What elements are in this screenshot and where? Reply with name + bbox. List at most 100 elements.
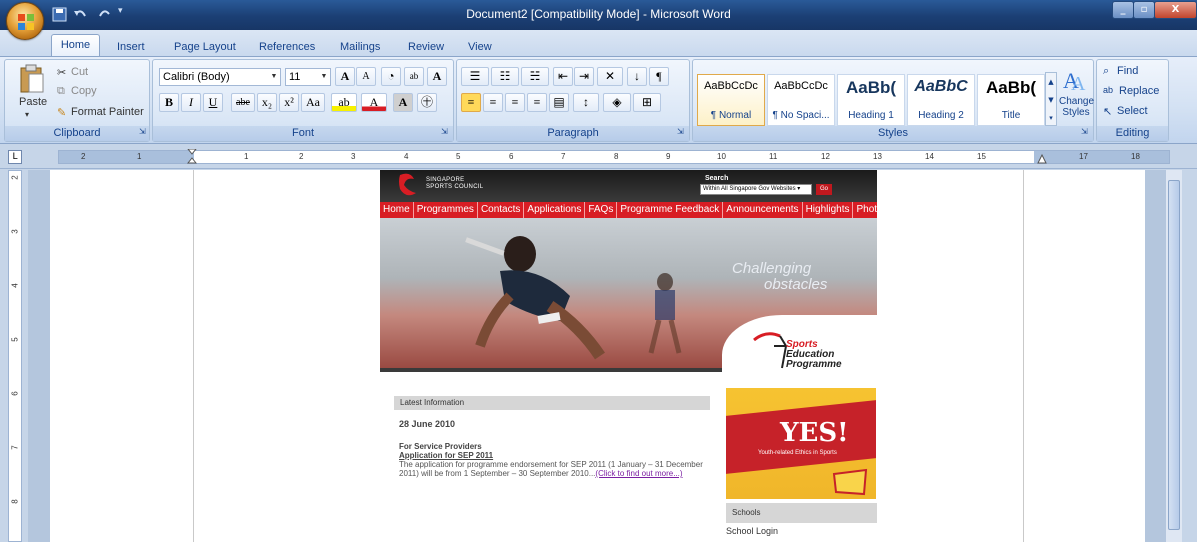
sort-icon[interactable]: ↓ bbox=[627, 67, 647, 86]
paragraph-launcher-icon[interactable]: ⇲ bbox=[677, 127, 684, 136]
document-area[interactable]: SINGAPORE SPORTS COUNCIL Search Within Al… bbox=[28, 170, 1165, 542]
font-size-combo[interactable]: 11 ▼ bbox=[285, 68, 331, 86]
highlight-color-icon[interactable]: ab bbox=[331, 93, 357, 112]
select-button[interactable]: Select bbox=[1117, 105, 1148, 117]
borders-icon[interactable]: ⊞ bbox=[633, 93, 661, 112]
enclose-characters-icon[interactable]: ㊉ bbox=[417, 93, 437, 112]
style-heading-1[interactable]: AaBb( Heading 1 bbox=[837, 74, 905, 126]
style-normal-sample: AaBbCcDc bbox=[704, 80, 758, 92]
change-styles-button[interactable]: Change Styles bbox=[1059, 96, 1094, 118]
nav-programmes[interactable]: Programmes bbox=[414, 202, 478, 218]
vruler-tick: 4 bbox=[10, 283, 20, 288]
search-scope-select[interactable]: Within All Singapore Gov Websites ▾ bbox=[700, 184, 812, 195]
clear-format-icon[interactable]: ◔ bbox=[381, 67, 401, 86]
style-no-spacing[interactable]: AaBbCcDc ¶ No Spaci... bbox=[767, 74, 835, 126]
nav-faqs[interactable]: FAQs bbox=[585, 202, 618, 218]
phonetic-guide-icon[interactable]: ab bbox=[404, 67, 424, 86]
styles-launcher-icon[interactable]: ⇲ bbox=[1081, 127, 1088, 136]
paste-button[interactable]: Paste bbox=[19, 96, 47, 108]
tab-selector[interactable]: L bbox=[8, 150, 22, 164]
asian-layout-icon[interactable]: ✕ bbox=[597, 67, 623, 86]
numbering-icon[interactable]: ☷ bbox=[491, 67, 519, 86]
font-name-combo[interactable]: Calibri (Body) ▼ bbox=[159, 68, 281, 86]
paste-icon[interactable] bbox=[19, 64, 45, 94]
office-button[interactable] bbox=[6, 2, 44, 40]
copy-icon: ⧉ bbox=[57, 85, 65, 97]
vertical-scrollbar[interactable] bbox=[1165, 170, 1182, 542]
align-left-icon[interactable]: ≡ bbox=[461, 93, 481, 112]
align-center-icon[interactable]: ≡ bbox=[483, 93, 503, 112]
close-button[interactable]: X bbox=[1154, 1, 1197, 19]
news-more-link[interactable]: (Click to find out more...) bbox=[595, 469, 682, 478]
line-spacing-icon[interactable]: ↕ bbox=[573, 93, 599, 112]
search-go-button[interactable]: Go bbox=[816, 184, 832, 195]
style-title[interactable]: AaBb( Title bbox=[977, 74, 1045, 126]
decrease-indent-icon[interactable]: ⇤ bbox=[553, 67, 573, 86]
indent-marker-icon[interactable] bbox=[187, 149, 197, 165]
org-line1: SINGAPORE bbox=[426, 177, 465, 183]
ruler-tick: 3 bbox=[351, 152, 356, 161]
right-indent-marker-icon[interactable] bbox=[1037, 153, 1047, 165]
styles-scroll[interactable]: ▲ ▼ ▾ bbox=[1045, 72, 1057, 126]
news-application-link[interactable]: Application for SEP 2011 bbox=[399, 451, 714, 460]
nav-home[interactable]: Home bbox=[380, 202, 414, 218]
nav-programme-feedback[interactable]: Programme Feedback bbox=[617, 202, 724, 218]
paste-dropdown-icon[interactable]: ▾ bbox=[25, 110, 29, 119]
bullets-icon[interactable]: ☰ bbox=[461, 67, 489, 86]
site-nav: Home Programmes Contacts Applications FAQs Pr… bbox=[380, 202, 877, 218]
scrollbar-thumb[interactable] bbox=[1168, 180, 1180, 530]
shading-icon[interactable]: ◈ bbox=[603, 93, 631, 112]
nav-announcements[interactable]: Announcements bbox=[723, 202, 803, 218]
font-group: Calibri (Body) ▼ 11 ▼ A A ◔ ab A B I U abe… bbox=[152, 59, 454, 142]
format-painter-button[interactable]: Format Painter bbox=[71, 106, 144, 118]
increase-indent-icon[interactable]: ⇥ bbox=[574, 67, 594, 86]
nav-photos[interactable]: Photos bbox=[853, 202, 877, 218]
vruler-tick: 8 bbox=[10, 499, 20, 504]
justify-icon[interactable]: ≡ bbox=[527, 93, 547, 112]
maximize-button[interactable]: ▫ bbox=[1133, 1, 1155, 19]
org-line2: SPORTS COUNCIL bbox=[426, 184, 484, 190]
grow-font-button[interactable]: A bbox=[335, 67, 355, 86]
style-heading-1-sample: AaBb( bbox=[845, 78, 897, 97]
font-size-value: 11 bbox=[289, 71, 301, 83]
copy-button[interactable]: Copy bbox=[71, 85, 97, 97]
style-heading-2[interactable]: AaBbC Heading 2 bbox=[907, 74, 975, 126]
ruler-tick: 8 bbox=[614, 152, 619, 161]
yes-banner[interactable]: YES! Youth-related Ethics in Sports bbox=[726, 388, 876, 499]
replace-button[interactable]: Replace bbox=[1119, 85, 1159, 97]
change-case-button[interactable]: Aa bbox=[301, 93, 325, 112]
nav-contacts[interactable]: Contacts bbox=[478, 202, 525, 218]
nav-highlights[interactable]: Highlights bbox=[803, 202, 854, 218]
distributed-icon[interactable]: ▤ bbox=[549, 93, 569, 112]
strikethrough-button[interactable]: abe bbox=[231, 93, 255, 112]
ruler-tick: 2 bbox=[81, 152, 86, 161]
window-title: Document2 [Compatibility Mode] - Microso… bbox=[466, 7, 731, 21]
find-button[interactable]: Find bbox=[1117, 65, 1138, 77]
align-right-icon[interactable]: ≡ bbox=[505, 93, 525, 112]
superscript-button[interactable]: x² bbox=[279, 93, 299, 112]
clipboard-launcher-icon[interactable]: ⇲ bbox=[139, 127, 146, 136]
tab-home[interactable]: Home bbox=[51, 34, 100, 56]
character-shading-icon[interactable]: A bbox=[393, 93, 413, 112]
font-color-icon[interactable]: A bbox=[361, 93, 387, 112]
shrink-font-button[interactable]: A bbox=[356, 67, 376, 86]
ruler-tick: 4 bbox=[404, 152, 409, 161]
school-login-link[interactable]: School Login bbox=[726, 526, 778, 536]
multilevel-list-icon[interactable]: ☵ bbox=[521, 67, 549, 86]
style-normal[interactable]: AaBbCcDc ¶ Normal bbox=[697, 74, 765, 126]
document-page[interactable]: SINGAPORE SPORTS COUNCIL Search Within Al… bbox=[50, 170, 1145, 542]
ruler-strip[interactable]: 2 1 1 2 3 4 5 6 7 8 9 10 11 12 13 14 15 … bbox=[58, 149, 1170, 165]
character-border-icon[interactable]: A bbox=[427, 67, 447, 86]
bold-button[interactable]: B bbox=[159, 93, 179, 112]
subscript-button[interactable]: x₂ bbox=[257, 93, 277, 112]
underline-button[interactable]: U bbox=[203, 93, 223, 112]
italic-button[interactable]: I bbox=[181, 93, 201, 112]
minimize-button[interactable]: _ bbox=[1112, 1, 1134, 19]
font-launcher-icon[interactable]: ⇲ bbox=[441, 127, 448, 136]
nav-applications[interactable]: Applications bbox=[524, 202, 586, 218]
show-formatting-icon[interactable]: ¶ bbox=[649, 67, 669, 86]
cut-button[interactable]: Cut bbox=[71, 66, 88, 78]
yes-tagline: Youth-related Ethics in Sports bbox=[758, 450, 837, 456]
search-label: Search bbox=[705, 175, 729, 182]
paragraph-group: ☰ ☷ ☵ ⇤ ⇥ ✕ ↓ ¶ ≡ ≡ ≡ ≡ ▤ ↕ ◈ ⊞ Paragrap… bbox=[456, 59, 690, 142]
